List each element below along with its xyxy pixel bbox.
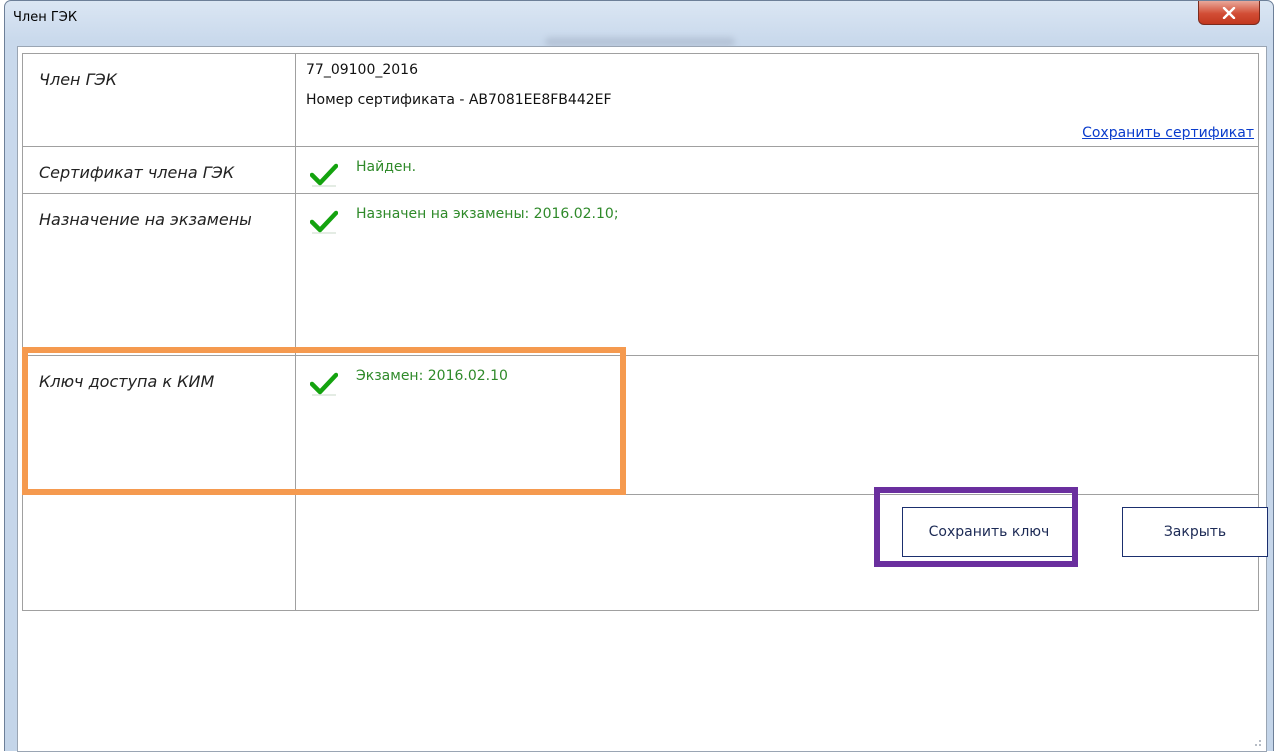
key-value-cell: Экзамен: 2016.02.10	[295, 355, 1259, 495]
key-status-text: Экзамен: 2016.02.10	[356, 368, 508, 384]
certificate-label: Сертификат члена ГЭК	[22, 146, 296, 194]
title-bar[interactable]: Член ГЭК	[5, 1, 1273, 47]
member-label: Член ГЭК	[22, 53, 296, 147]
check-icon	[310, 163, 338, 187]
table-row-assignment: Назначение на экзамены Назначен на экзам…	[22, 193, 1259, 356]
dialog-content: Член ГЭК 77_09100_2016 Номер сертификата…	[17, 46, 1268, 752]
assignment-status-text: Назначен на экзамены: 2016.02.10;	[356, 206, 619, 222]
window-title: Член ГЭК	[13, 10, 78, 25]
table-row-key: Ключ доступа к КИМ Экзамен: 2016.02.10	[22, 355, 1259, 495]
actions-cell: Сохранить ключ Закрыть	[295, 494, 1268, 611]
certificate-number: Номер сертификата - AB7081EE8FB442EF	[306, 92, 612, 108]
certificate-status: Найден.	[310, 159, 416, 187]
key-label: Ключ доступа к КИМ	[22, 355, 296, 495]
resize-grip-icon[interactable]	[1250, 735, 1262, 747]
assignment-label: Назначение на экзамены	[22, 193, 296, 356]
table-row-certificate: Сертификат члена ГЭК Найден.	[22, 146, 1259, 194]
check-icon	[310, 210, 338, 234]
dialog-window: Член ГЭК Член ГЭК 77_09100_2016 Номер се…	[4, 0, 1274, 752]
info-table: Член ГЭК 77_09100_2016 Номер сертификата…	[22, 53, 1268, 611]
table-row-member: Член ГЭК 77_09100_2016 Номер сертификата…	[22, 53, 1259, 147]
member-id: 77_09100_2016	[306, 62, 418, 78]
check-icon	[310, 372, 338, 396]
close-icon	[1222, 6, 1236, 19]
window-close-button[interactable]	[1198, 1, 1260, 25]
actions-empty-cell	[22, 494, 296, 611]
member-value-cell: 77_09100_2016 Номер сертификата - AB7081…	[295, 53, 1259, 147]
assignment-value-cell: Назначен на экзамены: 2016.02.10;	[295, 193, 1259, 356]
assignment-status: Назначен на экзамены: 2016.02.10;	[310, 206, 619, 234]
close-button[interactable]: Закрыть	[1122, 507, 1268, 557]
save-certificate-link[interactable]: Сохранить сертификат	[1082, 125, 1254, 141]
key-status: Экзамен: 2016.02.10	[310, 368, 508, 396]
table-row-actions: Сохранить ключ Закрыть	[22, 494, 1268, 611]
certificate-status-text: Найден.	[356, 159, 417, 175]
save-key-button[interactable]: Сохранить ключ	[902, 507, 1076, 557]
certificate-value-cell: Найден.	[295, 146, 1259, 194]
